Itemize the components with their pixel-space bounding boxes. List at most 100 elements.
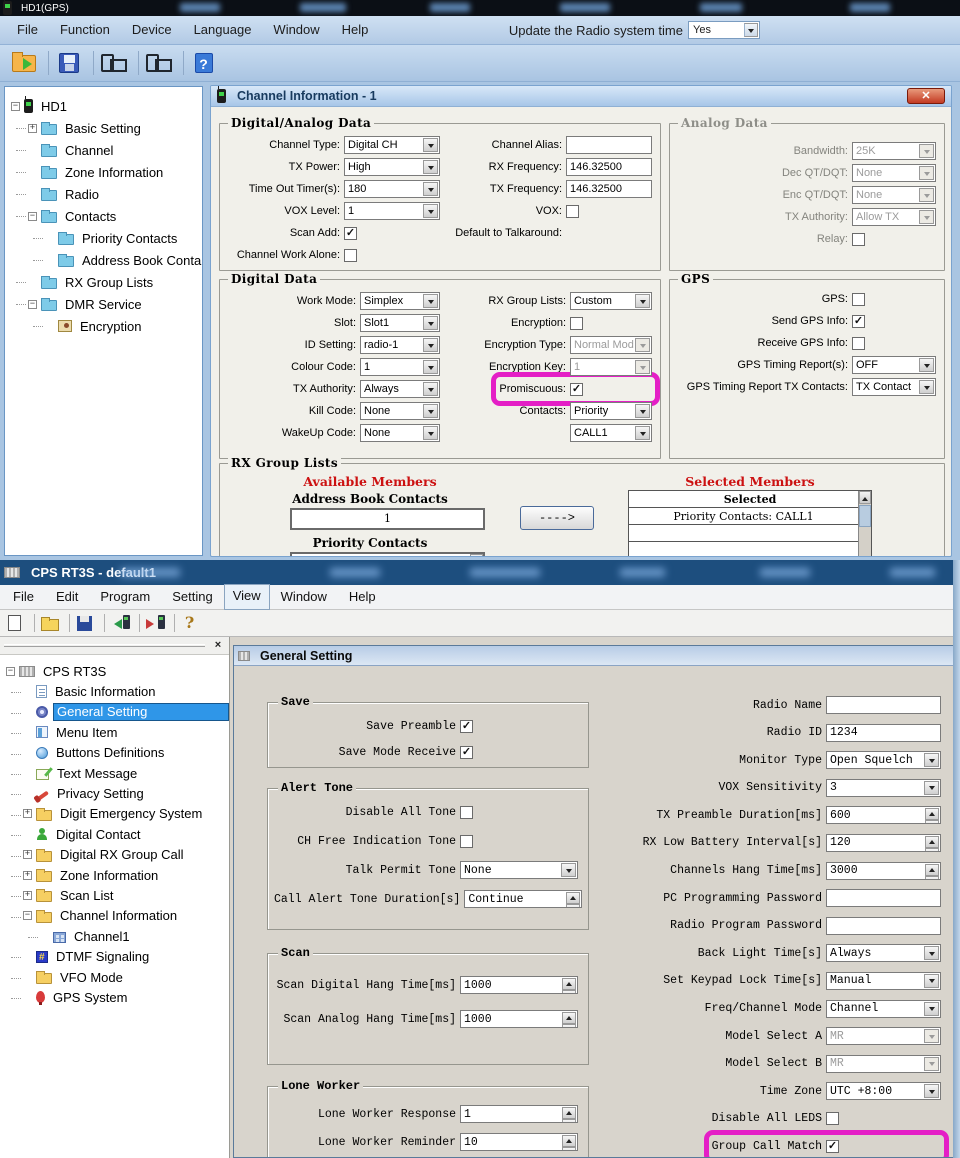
- help-button[interactable]: ?: [188, 48, 224, 78]
- tree-item-text-message[interactable]: Text Message: [0, 763, 229, 783]
- tx-preamble-duration-ms-spinner[interactable]: 600: [826, 806, 941, 824]
- menu-item-window[interactable]: Window: [270, 584, 338, 610]
- channels-hang-time-ms-up-button[interactable]: [925, 864, 939, 876]
- selected-member-row[interactable]: [629, 542, 858, 557]
- kill-code-select[interactable]: None: [360, 402, 440, 420]
- tree-item-channel[interactable]: Channel: [5, 139, 202, 161]
- scan-digital-hang-time-ms-up-button[interactable]: [562, 978, 576, 990]
- save-preamble-checkbox[interactable]: ✓: [460, 720, 473, 733]
- tree-item-vfo-mode[interactable]: VFO Mode: [0, 967, 229, 987]
- radio-program-password-input[interactable]: [826, 917, 941, 935]
- tree-expand-toggle[interactable]: +: [23, 850, 32, 859]
- lone-worker-response-down-button[interactable]: [562, 1119, 576, 1123]
- scan-analog-hang-time-ms-spinner[interactable]: 1000: [460, 1010, 578, 1028]
- tx-frequency-input[interactable]: 146.32500: [566, 180, 652, 198]
- scan-add-checkbox[interactable]: ✓: [344, 227, 357, 240]
- lone-worker-reminder-down-button[interactable]: [562, 1147, 576, 1151]
- update-radio-time-select[interactable]: Yes: [688, 21, 760, 39]
- slot-select[interactable]: Slot1: [360, 314, 440, 332]
- menu-item-edit[interactable]: Edit: [45, 584, 89, 610]
- call-alert-tone-duration-s-down-button[interactable]: [566, 904, 580, 908]
- send-gps-info-checkbox[interactable]: ✓: [852, 315, 865, 328]
- radio-name-input[interactable]: [826, 696, 941, 714]
- new-file-button[interactable]: [4, 612, 30, 634]
- tree-expand-toggle[interactable]: −: [28, 212, 37, 221]
- panel-gripper[interactable]: [4, 644, 205, 647]
- tree-item-privacy-setting[interactable]: Privacy Setting: [0, 783, 229, 803]
- gps-checkbox[interactable]: [852, 293, 865, 306]
- time-out-timer-s-select[interactable]: 180: [344, 180, 440, 198]
- colour-code-select[interactable]: 1: [360, 358, 440, 376]
- table-scrollbar[interactable]: [858, 491, 871, 557]
- scan-analog-hang-time-ms-down-button[interactable]: [562, 1024, 576, 1028]
- scan-analog-hang-time-ms-up-button[interactable]: [562, 1012, 576, 1024]
- relay-checkbox[interactable]: [852, 233, 865, 246]
- open-file-button[interactable]: [39, 612, 65, 634]
- lone-worker-response-up-button[interactable]: [562, 1107, 576, 1119]
- tree-item-radio[interactable]: Radio: [5, 183, 202, 205]
- menu-item-help[interactable]: Help: [338, 584, 387, 610]
- scroll-up-button[interactable]: [470, 554, 483, 557]
- menu-item-program[interactable]: Program: [89, 584, 161, 610]
- tree-item-dtmf-signaling[interactable]: DTMF Signaling: [0, 946, 229, 966]
- group-call-match-checkbox[interactable]: ✓: [826, 1140, 839, 1153]
- save-button[interactable]: [74, 612, 100, 634]
- panel-close-button[interactable]: ×: [211, 638, 225, 652]
- scan-digital-hang-time-ms-spinner[interactable]: 1000: [460, 976, 578, 994]
- tree-item-menu-item[interactable]: Menu Item: [0, 722, 229, 742]
- vox-checkbox[interactable]: [566, 205, 579, 218]
- work-mode-select[interactable]: Simplex: [360, 292, 440, 310]
- pc-programming-password-input[interactable]: [826, 889, 941, 907]
- tree-item-hd1[interactable]: −HD1: [5, 95, 202, 117]
- tree-item-dmr-service[interactable]: −DMR Service: [5, 293, 202, 315]
- scroll-up-button[interactable]: [859, 491, 871, 504]
- menu-item-file[interactable]: File: [6, 17, 49, 43]
- tree-expand-toggle[interactable]: −: [28, 300, 37, 309]
- tree-item-priority-contacts[interactable]: Priority Contacts: [5, 227, 202, 249]
- vox-level-select[interactable]: 1: [344, 202, 440, 220]
- vox-sensitivity-select[interactable]: 3: [826, 779, 941, 797]
- tree-expand-toggle[interactable]: +: [28, 124, 37, 133]
- disable-all-tone-checkbox[interactable]: [460, 806, 473, 819]
- close-button[interactable]: ✕: [907, 88, 945, 104]
- open-file-button[interactable]: [8, 48, 44, 78]
- monitor-type-select[interactable]: Open Squelch: [826, 751, 941, 769]
- tree-item-cps-rt3s[interactable]: −CPS RT3S: [0, 661, 229, 681]
- tree-item-zone-information[interactable]: Zone Information: [5, 161, 202, 183]
- radio-id-input[interactable]: 1234: [826, 724, 941, 742]
- menu-item-device[interactable]: Device: [121, 17, 183, 43]
- menu-item-window[interactable]: Window: [262, 17, 330, 43]
- rx-frequency-input[interactable]: 146.32500: [566, 158, 652, 176]
- tree-item-zone-information[interactable]: +Zone Information: [0, 865, 229, 885]
- address-book-contact-item[interactable]: 1: [292, 510, 483, 527]
- promiscuous-checkbox[interactable]: ✓: [570, 383, 583, 396]
- tree-item-digital-contact[interactable]: Digital Contact: [0, 824, 229, 844]
- scrollbar-thumb[interactable]: [859, 505, 871, 527]
- id-setting-select[interactable]: radio-1: [360, 336, 440, 354]
- selected-member-row[interactable]: [629, 525, 858, 542]
- tx-preamble-duration-ms-down-button[interactable]: [925, 820, 939, 824]
- tree-expand-toggle[interactable]: −: [6, 667, 15, 676]
- tree-expand-toggle[interactable]: +: [23, 809, 32, 818]
- write-to-radio-button[interactable]: [144, 612, 170, 634]
- write-to-radio-button[interactable]: [143, 48, 179, 78]
- channels-hang-time-ms-spinner[interactable]: 3000: [826, 862, 941, 880]
- menu-item-function[interactable]: Function: [49, 17, 121, 43]
- menu-item-setting[interactable]: Setting: [161, 584, 223, 610]
- scan-digital-hang-time-ms-down-button[interactable]: [562, 990, 576, 994]
- tree-item-encryption[interactable]: Encryption: [5, 315, 202, 337]
- tree-item-rx-group-lists[interactable]: RX Group Lists: [5, 271, 202, 293]
- lone-worker-response-spinner[interactable]: 1: [460, 1105, 578, 1123]
- back-light-time-s-select[interactable]: Always: [826, 944, 941, 962]
- selected-member-row[interactable]: Priority Contacts: CALL1: [629, 508, 858, 525]
- menu-item-file[interactable]: File: [2, 584, 45, 610]
- talk-permit-tone-select[interactable]: None: [460, 861, 578, 879]
- receive-gps-info-checkbox[interactable]: [852, 337, 865, 350]
- time-zone-select[interactable]: UTC +8:00: [826, 1082, 941, 1100]
- tree-item-address-book-conta[interactable]: Address Book Conta: [5, 249, 202, 271]
- tree-expand-toggle[interactable]: −: [11, 102, 20, 111]
- gps-timing-report-tx-contacts-select[interactable]: TX Contact: [852, 378, 936, 396]
- ch-free-indication-tone-checkbox[interactable]: [460, 835, 473, 848]
- tree-item-scan-list[interactable]: +Scan List: [0, 885, 229, 905]
- rx-group-lists-select[interactable]: Custom: [570, 292, 652, 310]
